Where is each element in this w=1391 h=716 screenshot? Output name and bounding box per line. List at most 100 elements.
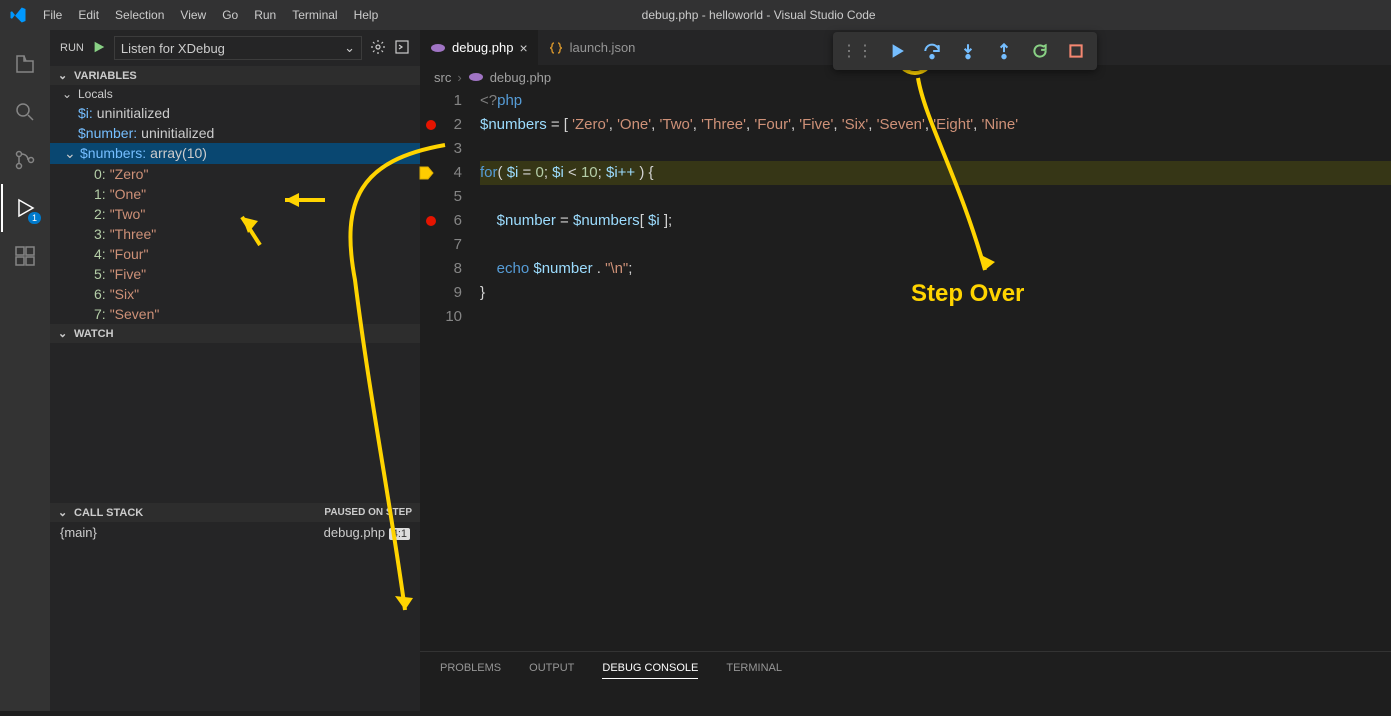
callstack-title: CALL STACK (74, 507, 143, 519)
tab-debug-php[interactable]: debug.php × (420, 30, 538, 65)
menu-file[interactable]: File (35, 0, 70, 30)
run-label: RUN (60, 42, 84, 54)
chevron-right-icon: › (457, 70, 461, 85)
variable-row[interactable]: $number: uninitialized (50, 123, 420, 143)
breakpoint-icon[interactable] (426, 216, 436, 226)
json-icon (548, 40, 564, 56)
vscode-logo-icon (0, 6, 35, 24)
chevron-down-icon: ⌄ (58, 506, 70, 519)
chevron-down-icon: ⌄ (62, 87, 74, 101)
callstack-frame[interactable]: {main} debug.php 4:1 (50, 522, 420, 543)
activity-bar: 1 (0, 30, 50, 711)
menu-selection[interactable]: Selection (107, 0, 172, 30)
close-icon[interactable]: × (519, 40, 527, 56)
tab-label: launch.json (570, 40, 636, 55)
line-number: 7 (420, 233, 462, 257)
paused-status: PAUSED ON STEP (324, 507, 412, 518)
code-content[interactable]: <?php $numbers = [ 'Zero', 'One', 'Two',… (480, 89, 1391, 651)
side-panel: RUN Listen for XDebug ⌄ ⌄VARIABLES ⌄Loca… (50, 30, 420, 711)
variable-row[interactable]: 2: "Two" (50, 204, 420, 224)
gutter: 1 2 3 4 5 6 7 8 9 10 (420, 89, 480, 651)
menu-bar: File Edit Selection View Go Run Terminal… (35, 0, 386, 30)
variable-row[interactable]: 6: "Six" (50, 284, 420, 304)
current-line-icon (418, 165, 434, 181)
chevron-down-icon: ⌄ (64, 145, 76, 162)
frame-file: debug.php (324, 525, 385, 540)
continue-button[interactable] (879, 36, 913, 66)
variable-row[interactable]: 3: "Three" (50, 224, 420, 244)
locals-header[interactable]: ⌄ Locals (50, 85, 420, 103)
watch-section-header[interactable]: ⌄ WATCH (50, 324, 420, 343)
stop-button[interactable] (1059, 36, 1093, 66)
editor-area: debug.php × launch.json src › debug.php … (420, 30, 1391, 711)
bottom-panel-tabs: PROBLEMS OUTPUT DEBUG CONSOLE TERMINAL (420, 651, 1391, 711)
restart-button[interactable] (1023, 36, 1057, 66)
menu-edit[interactable]: Edit (70, 0, 107, 30)
variables-title: VARIABLES (74, 70, 137, 82)
tab-output[interactable]: OUTPUT (529, 662, 574, 678)
locals-label: Locals (78, 87, 113, 101)
frame-location: 4:1 (389, 528, 410, 540)
line-number: 10 (420, 305, 462, 329)
php-icon (468, 69, 484, 85)
line-number: 3 (420, 137, 462, 161)
debug-console-icon[interactable] (394, 39, 410, 58)
extensions-icon[interactable] (1, 232, 49, 280)
variable-row[interactable]: 0: "Zero" (50, 164, 420, 184)
chevron-down-icon: ⌄ (344, 40, 355, 56)
debug-toolbar[interactable]: ⋮⋮ (833, 32, 1097, 70)
variables-list: $i: uninitialized $number: uninitialized… (50, 103, 420, 324)
variable-row[interactable]: 4: "Four" (50, 244, 420, 264)
variable-row-selected[interactable]: ⌄$numbers: array(10) (50, 143, 420, 164)
grip-icon[interactable]: ⋮⋮ (837, 36, 877, 66)
php-icon (430, 40, 446, 56)
line-number: 9 (420, 281, 462, 305)
chevron-down-icon: ⌄ (58, 69, 70, 82)
menu-run[interactable]: Run (246, 0, 284, 30)
code-area[interactable]: 1 2 3 4 5 6 7 8 9 10 <?php $numbers = [ … (420, 89, 1391, 651)
step-into-button[interactable] (951, 36, 985, 66)
watch-panel (50, 343, 420, 503)
variable-row[interactable]: 5: "Five" (50, 264, 420, 284)
watch-title: WATCH (74, 328, 114, 340)
line-number: 2 (420, 113, 462, 137)
line-number: 4 (420, 161, 462, 185)
frame-name: {main} (60, 525, 97, 540)
chevron-down-icon: ⌄ (58, 327, 70, 340)
breadcrumb-item[interactable]: src (434, 70, 451, 85)
line-number: 6 (420, 209, 462, 233)
debug-badge: 1 (28, 212, 41, 224)
menu-view[interactable]: View (172, 0, 214, 30)
gear-icon[interactable] (370, 39, 386, 58)
tab-label: debug.php (452, 40, 513, 55)
breadcrumb-item[interactable]: debug.php (490, 70, 551, 85)
variable-row[interactable]: 1: "One" (50, 184, 420, 204)
line-number: 8 (420, 257, 462, 281)
start-debug-icon[interactable] (92, 40, 106, 57)
tab-problems[interactable]: PROBLEMS (440, 662, 501, 678)
debug-config-label: Listen for XDebug (121, 41, 225, 56)
variable-row[interactable]: $i: uninitialized (50, 103, 420, 123)
window-title: debug.php - helloworld - Visual Studio C… (386, 8, 1131, 22)
search-icon[interactable] (1, 88, 49, 136)
variables-section-header[interactable]: ⌄ VARIABLES (50, 66, 420, 85)
title-bar: File Edit Selection View Go Run Terminal… (0, 0, 1391, 30)
line-number: 1 (420, 89, 462, 113)
step-over-button[interactable] (915, 36, 949, 66)
step-out-button[interactable] (987, 36, 1021, 66)
menu-help[interactable]: Help (346, 0, 387, 30)
tab-launch-json[interactable]: launch.json (538, 30, 646, 65)
menu-terminal[interactable]: Terminal (284, 0, 345, 30)
line-number: 5 (420, 185, 462, 209)
annotation-step-over: Step Over (911, 280, 1024, 308)
breakpoint-icon[interactable] (426, 120, 436, 130)
menu-go[interactable]: Go (214, 0, 246, 30)
tab-debug-console[interactable]: DEBUG CONSOLE (602, 662, 698, 679)
explorer-icon[interactable] (1, 40, 49, 88)
debug-config-dropdown[interactable]: Listen for XDebug ⌄ (114, 36, 362, 60)
callstack-section-header[interactable]: ⌄ CALL STACK PAUSED ON STEP (50, 503, 420, 522)
run-debug-icon[interactable]: 1 (1, 184, 49, 232)
source-control-icon[interactable] (1, 136, 49, 184)
variable-row[interactable]: 7: "Seven" (50, 304, 420, 324)
tab-terminal[interactable]: TERMINAL (726, 662, 782, 678)
